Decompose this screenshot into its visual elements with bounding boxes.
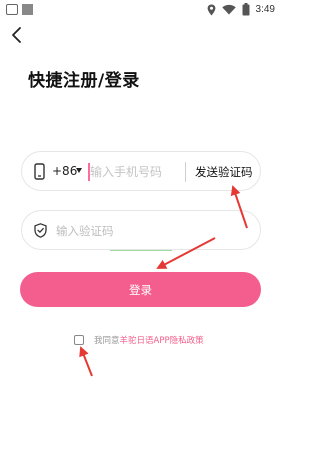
annotation-arrow-checkbox — [79, 346, 93, 377]
location-icon — [207, 4, 215, 15]
battery-icon — [242, 3, 250, 16]
shield-icon — [34, 223, 47, 238]
code-input[interactable] — [56, 221, 206, 241]
privacy-policy-link[interactable]: 羊驼日语APP隐私政策 — [120, 334, 204, 346]
chevron-down-icon[interactable] — [76, 168, 82, 173]
notification-icon — [6, 4, 18, 15]
status-time: 3:49 — [255, 4, 275, 15]
send-code-button[interactable]: 发送验证码 — [195, 164, 253, 180]
page-title: 快捷注册/登录 — [28, 71, 140, 91]
focus-indicator — [110, 250, 172, 251]
status-bar: 3:49 — [0, 0, 281, 20]
country-code[interactable]: +86 — [52, 164, 77, 178]
phone-input[interactable] — [90, 162, 182, 182]
phone-icon — [34, 163, 45, 180]
phone-field[interactable]: +86 发送验证码 — [21, 151, 261, 191]
verification-code-field[interactable] — [21, 210, 261, 250]
back-arrow-icon[interactable] — [9, 26, 25, 44]
wifi-icon — [221, 4, 236, 15]
agreement-checkbox[interactable] — [74, 335, 84, 345]
agreement-prefix: 我同意 — [94, 336, 120, 346]
login-button[interactable]: 登录 — [20, 272, 261, 307]
agreement-row: 我同意 羊驼日语APP隐私政策 — [74, 334, 204, 346]
divider — [185, 162, 186, 182]
app-notification-icon — [22, 4, 33, 15]
